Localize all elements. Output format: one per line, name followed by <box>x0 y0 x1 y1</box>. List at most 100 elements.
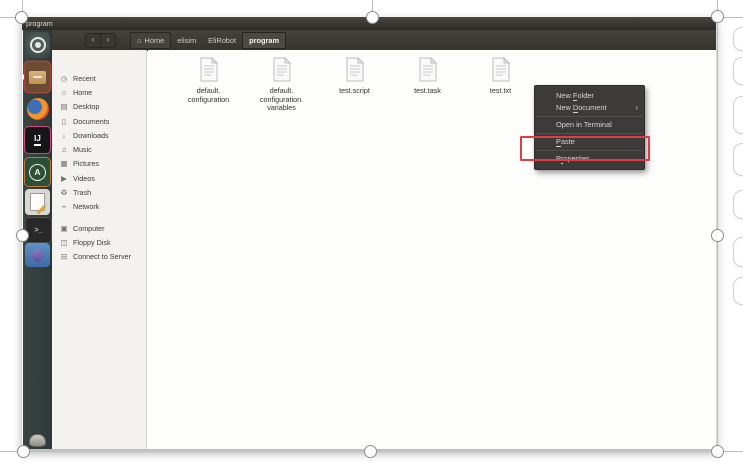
document-icon <box>491 57 511 82</box>
selection-guide-line <box>0 17 16 18</box>
sidebar-item-home[interactable]: ⌂ Home <box>52 85 146 99</box>
document-icon <box>418 57 438 82</box>
sidebar-item-music[interactable]: ♫ Music <box>52 142 146 156</box>
document-icon <box>272 57 292 82</box>
launcher-unity-cube-icon[interactable] <box>25 243 50 267</box>
sidebar-item-label: Documents <box>73 117 109 126</box>
selection-handle-bottom-left[interactable] <box>17 445 30 458</box>
document-icon <box>345 57 365 82</box>
nav-buttons: ‹ › <box>85 33 116 48</box>
side-tool-button[interactable] <box>733 143 743 176</box>
sidebar-item-label: Pictures <box>73 159 99 168</box>
file-label: test.task <box>414 87 441 96</box>
sidebar-item-recent[interactable]: ◷Recent <box>52 71 146 85</box>
sidebar-item-downloads[interactable]: ↓Downloads <box>52 128 146 142</box>
launcher-terminal-icon[interactable]: >_ <box>25 217 52 243</box>
launcher-firefox-icon[interactable] <box>25 96 50 122</box>
breadcrumb-home[interactable]: ⌂Home <box>130 32 171 49</box>
menu-separator <box>536 133 643 134</box>
menu-item-new-folder[interactable]: New Folder <box>535 90 644 102</box>
launcher-gedit-icon[interactable] <box>25 189 50 215</box>
selection-guide-line <box>723 17 743 18</box>
launcher-a-app-icon[interactable]: A <box>25 158 50 186</box>
forward-button[interactable]: › <box>100 34 115 47</box>
file-test-script[interactable]: test.script <box>318 57 391 113</box>
selection-handle-top-center[interactable] <box>366 11 379 24</box>
documents-icon: ▯ <box>59 117 69 126</box>
launcher-trash-icon[interactable] <box>27 433 48 447</box>
menu-separator <box>536 116 643 117</box>
side-tool-button[interactable] <box>733 190 743 219</box>
network-icon: ⌁ <box>59 202 69 211</box>
launcher-ubuntu-dash-icon[interactable] <box>25 32 50 58</box>
places-sidebar: ◷Recent ⌂ Home ▤ Desktop ▯ Documents ↓Downloads… <box>52 50 147 449</box>
sidebar-item-label: Connect to Server <box>73 252 131 261</box>
submenu-arrow-icon: › <box>635 102 638 114</box>
pictures-icon: ▦ <box>59 159 69 168</box>
file-label: test.script <box>339 87 370 96</box>
trash-icon: ♻ <box>59 188 69 197</box>
music-icon: ♫ <box>59 145 69 154</box>
file-label: default.configuration <box>188 87 229 104</box>
sidebar-item-label: Network <box>73 202 99 211</box>
file-test-txt[interactable]: test.txt <box>464 57 537 113</box>
nautilus-toolbar: ‹ › ⌂HomeelisimEliRobotprogram <box>52 30 716 51</box>
side-tool-button[interactable] <box>733 277 743 305</box>
breadcrumb-elirobot[interactable]: EliRobot <box>202 33 242 48</box>
sidebar-item-trash[interactable]: ♻ Trash <box>52 185 146 199</box>
breadcrumb: ⌂HomeelisimEliRobotprogram <box>130 33 286 48</box>
side-tool-button[interactable] <box>733 27 743 51</box>
launcher-files-icon[interactable] <box>25 62 50 92</box>
sidebar-item-computer[interactable]: ▣ Computer <box>52 221 146 235</box>
back-button[interactable]: ‹ <box>86 34 100 47</box>
sidebar-item-network[interactable]: ⌁ Network <box>52 200 146 214</box>
side-tool-button[interactable] <box>733 96 743 134</box>
selection-handle-top-right[interactable] <box>711 10 724 23</box>
file-label: default.configuration.variables <box>260 87 303 113</box>
side-tool-button[interactable] <box>733 237 743 267</box>
file-test-task[interactable]: test.task <box>391 57 464 113</box>
breadcrumb-elisim[interactable]: elisim <box>171 33 202 48</box>
selection-handle-bottom-center[interactable] <box>364 445 377 458</box>
file-default-configuration-variables[interactable]: default.configuration.variables <box>245 57 318 113</box>
floppy-disk-icon: ◫ <box>59 238 69 247</box>
menu-item-open-in-terminal[interactable]: Open in Terminal <box>535 119 644 131</box>
editor-canvas: program IJ A >_ ‹ › ⌂HomeelisimEliRobotpro… <box>0 0 743 467</box>
side-tool-button[interactable] <box>733 57 743 85</box>
sidebar-item-label: Downloads <box>73 131 109 140</box>
sidebar-item-desktop[interactable]: ▤ Desktop <box>52 100 146 114</box>
selection-handle-middle-right[interactable] <box>711 229 724 242</box>
sidebar-item-label: Music <box>73 145 92 154</box>
connect-to-server-icon: ⊟ <box>59 252 69 261</box>
document-icon <box>199 57 219 82</box>
file-label: test.txt <box>490 87 511 96</box>
selection-handle-bottom-right[interactable] <box>711 445 724 458</box>
home-icon: ⌂ <box>59 88 69 97</box>
selection-handle-middle-left[interactable] <box>16 229 29 242</box>
launcher-intellij-icon[interactable]: IJ <box>25 127 50 153</box>
desktop-screenshot: program IJ A >_ ‹ › ⌂HomeelisimEliRobotpro… <box>22 17 716 449</box>
computer-icon: ▣ <box>59 224 69 233</box>
sidebar-item-floppy-disk[interactable]: ◫ Floppy Disk <box>52 235 146 249</box>
highlight-rectangle <box>520 136 650 161</box>
selection-handle-top-left[interactable] <box>15 11 28 24</box>
sidebar-item-label: Videos <box>73 174 95 183</box>
menu-item-new-document[interactable]: New Document› <box>535 102 644 114</box>
sidebar-section: ▣ Computer ◫ Floppy Disk ⊟ Connect to Server <box>52 221 146 264</box>
sidebar-item-label: Trash <box>73 188 91 197</box>
videos-icon: ▶ <box>59 174 69 183</box>
desktop-icon: ▤ <box>59 102 69 111</box>
file-default-configuration[interactable]: default.configuration <box>172 57 245 113</box>
sidebar-item-connect-to-server[interactable]: ⊟ Connect to Server <box>52 250 146 264</box>
selection-guide-line <box>717 0 718 451</box>
sidebar-item-label: Computer <box>73 224 105 233</box>
breadcrumb-program[interactable]: program <box>242 32 286 49</box>
sidebar-section: ◷Recent ⌂ Home ▤ Desktop ▯ Documents ↓Downloads… <box>52 71 146 214</box>
sidebar-item-label: Desktop <box>73 102 99 111</box>
sidebar-item-pictures[interactable]: ▦ Pictures <box>52 157 146 171</box>
sidebar-item-label: Home <box>73 88 92 97</box>
sidebar-item-videos[interactable]: ▶ Videos <box>52 171 146 185</box>
recent-icon: ◷ <box>59 74 69 83</box>
sidebar-item-label: Floppy Disk <box>73 238 111 247</box>
sidebar-item-documents[interactable]: ▯ Documents <box>52 114 146 128</box>
